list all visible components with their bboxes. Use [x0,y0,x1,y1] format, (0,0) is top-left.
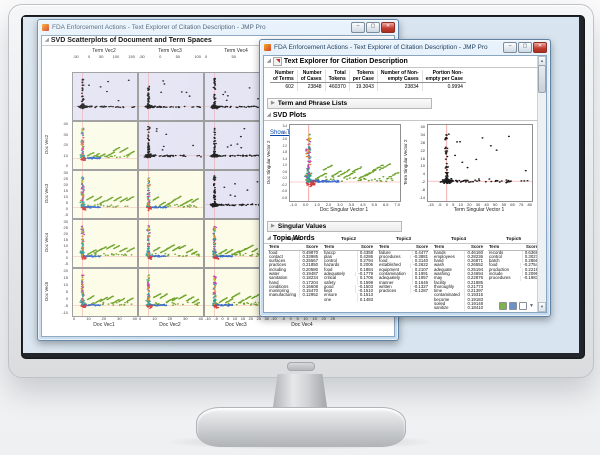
maximize-button[interactable]: ▢ [366,22,380,33]
topic-row[interactable]: procedures-0.1983 [488,276,539,280]
matrix-bottom-label: Doc Vec3 [204,322,268,328]
matrix-bottom-label: Doc Vec1 [72,322,136,328]
topic-table: Topic5TermScorerecords0.6369control0.302… [488,237,539,311]
topic-table: Topic1TermScorefood0.49870contact0.33985… [268,237,319,311]
status-dropdown-icon[interactable]: ▼ [529,303,534,309]
topic-row[interactable]: sanitize0.18410 [433,306,484,310]
summary-header: Tokensper Case [349,70,377,83]
summary-header: Number of Non-empty Cases [377,70,422,83]
summary-value: 23848 [297,83,325,92]
close-button[interactable]: ✕ [533,42,547,53]
matrix-cell-term[interactable] [138,72,204,121]
topic-row[interactable]: manufacturing0.12952 [268,293,319,297]
client-front: ◢ Text Explorer for Citation Description… [263,55,547,313]
scroll-down-arrow[interactable]: ▼ [538,302,546,312]
monitor: FDA Enforcement Actions - Text Explorer … [8,4,594,378]
matrix-cell-term[interactable] [138,121,204,170]
disclosure-open-icon[interactable]: ◢ [267,59,271,64]
topic-table: Topic4TermScorehands0.46160employees0.28… [433,237,484,311]
close-button[interactable]: ✕ [381,22,395,33]
disclosure-open-icon[interactable]: ◢ [267,113,271,118]
term-plot-ylabel: Term Singular Vector 2 [403,124,411,200]
outline-title: SVD Scatterplots of Document and Term Sp… [51,37,212,44]
matrix-row-ticks: 302520151050-5 [54,170,68,217]
summary-value: 0.9994 [422,83,466,92]
matrix-bottom-label: Doc Vec4 [270,322,334,328]
matrix-cell-doc[interactable] [72,219,138,268]
matrix-cell-doc[interactable] [72,121,138,170]
topic-name: Topic4 [433,237,484,244]
summary-value: 460370 [325,83,349,92]
window-title-front: FDA Enforcement Actions - Text Explorer … [274,44,488,51]
red-triangle-menu-icon[interactable] [273,57,282,66]
jmp-app-icon [42,24,49,31]
term-svd-plot[interactable] [427,124,533,202]
topic-name: Topic2 [323,237,374,244]
summary-header: TotalTokens [325,70,349,83]
topic-name: Topic3 [378,237,429,244]
matrix-row-label: Doc Vec4 [44,219,52,266]
matrix-row-label: Doc Vec3 [44,170,52,217]
window-title-back: FDA Enforcement Actions - Text Explorer … [52,24,266,31]
status-icon-green[interactable] [499,302,507,310]
jmp-app-icon [264,44,271,51]
outline-header-text-explorer[interactable]: ◢ Text Explorer for Citation Description [264,56,537,68]
matrix-row-ticks: 20151050-5-10 [54,268,68,315]
summary-header: Numberof Terms [270,70,297,83]
topic-name: Topic5 [488,237,539,244]
matrix-top-axis: Term Vec2-50050100150 [72,48,136,59]
matrix-cell-doc[interactable] [138,219,204,268]
summary-header: Portion Non-empty per Case [422,70,466,83]
matrix-row-label: Doc Vec2 [44,121,52,168]
topic-row[interactable]: one0.1483 [323,298,374,302]
matrix-cell-doc[interactable] [138,268,204,317]
outline-title: Text Explorer for Citation Description [284,58,408,65]
topic-words-tables: Topic1TermScorefood0.49870contact0.33985… [268,237,539,311]
power-button[interactable] [287,362,315,371]
vertical-scrollbar[interactable]: ▲ ▼ [537,56,546,312]
topic-row[interactable]: practices-0.1287 [378,289,429,293]
summary-table: Numberof TermsNumberof CasesTotalTokensT… [270,70,466,91]
topic-table: Topic2TermScorehaccp0.4358plan0.4286cont… [323,237,374,311]
matrix-row-ticks: 302520151050-5 [54,219,68,266]
matrix-cell-doc[interactable] [138,170,204,219]
summary-value: 23834 [377,83,422,92]
section-singular-values[interactable]: ▶ Singular Values [267,221,402,232]
section-svd-plots[interactable]: ◢ SVD Plots [264,111,537,121]
disclosure-closed-icon[interactable]: ▶ [271,101,275,106]
summary-value: 19.3043 [349,83,377,92]
section-term-phrase-lists[interactable]: ▶ Term and Phrase Lists [267,98,432,109]
photo-stage: FDA Enforcement Actions - Text Explorer … [0,0,600,455]
doc-svd-plot[interactable] [289,124,401,202]
doc-plot-xlabel: Doc Singular Vector 1 [312,207,376,213]
status-strip: ▼ [499,302,534,310]
summary-header: Numberof Cases [297,70,325,83]
matrix-cell-doc[interactable] [72,170,138,219]
desktop: FDA Enforcement Actions - Text Explorer … [23,17,579,353]
matrix-row-ticks: 403020100 [54,121,68,168]
status-icon-blue[interactable] [509,302,517,310]
window-text-explorer[interactable]: FDA Enforcement Actions - Text Explorer … [259,39,551,317]
term-plot-xlabel: Term Singular Vector 1 [447,207,511,213]
disclosure-closed-icon[interactable]: ▶ [271,224,275,229]
topic-name: Topic1 [268,237,319,244]
status-icon-box[interactable] [519,302,527,310]
monitor-bezel: FDA Enforcement Actions - Text Explorer … [21,15,585,359]
matrix-cell-term[interactable] [72,72,138,121]
topic-table: Topic3TermScorefailure0.4477procedures-0… [378,237,429,311]
scrollbar-thumb[interactable] [538,65,546,93]
disclosure-open-icon[interactable]: ◢ [45,38,49,43]
summary-value: 602 [270,83,297,92]
matrix-cell-doc[interactable] [72,268,138,317]
matrix-bottom-label: Doc Vec2 [138,322,202,328]
matrix-top-axis: Term Vec3-50050100 [138,48,202,59]
maximize-button[interactable]: ▢ [518,42,532,53]
minimize-button[interactable]: – [503,42,517,53]
titlebar-back[interactable]: FDA Enforcement Actions - Text Explorer … [38,20,398,34]
minimize-button[interactable]: – [351,22,365,33]
monitor-stand-base [196,407,406,447]
matrix-row-label: Doc Vec5 [44,268,52,315]
